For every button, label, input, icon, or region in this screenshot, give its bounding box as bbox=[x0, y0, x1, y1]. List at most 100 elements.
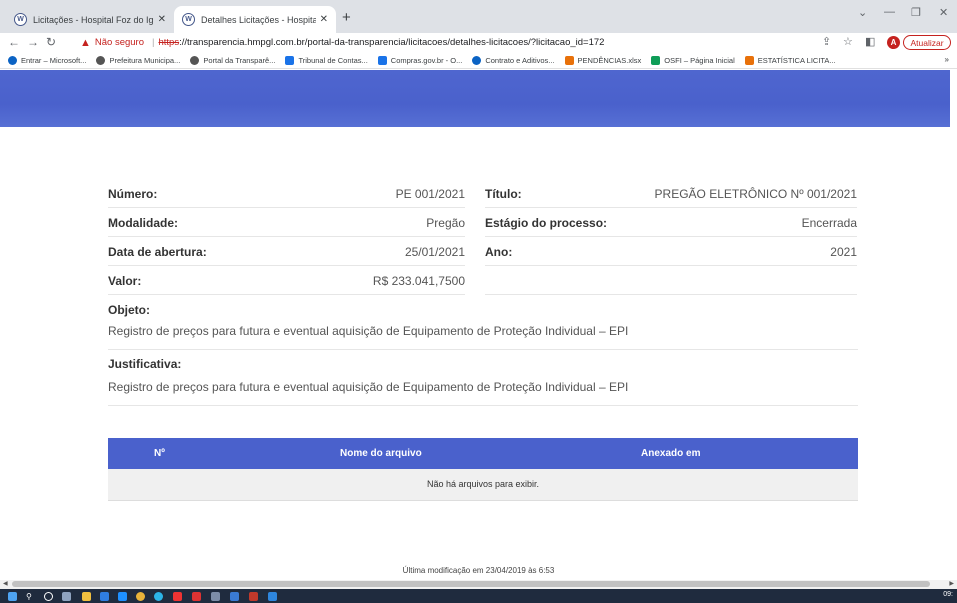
office-icon[interactable] bbox=[173, 592, 182, 601]
bookmark-label: Portal da Transparê... bbox=[203, 55, 276, 65]
side-panel-icon[interactable]: ◧ bbox=[865, 35, 875, 48]
modalidade-label: Modalidade: bbox=[108, 215, 179, 230]
bookmark-label: Entrar – Microsoft... bbox=[21, 55, 87, 65]
ano-label: Ano: bbox=[485, 244, 513, 259]
data-abertura-label: Data de abertura: bbox=[108, 244, 207, 259]
minimize-icon[interactable]: — bbox=[884, 6, 895, 18]
bookmark-item[interactable]: ESTATÍSTICA LICITA... bbox=[744, 55, 836, 65]
estagio-value: Encerrada bbox=[801, 215, 857, 230]
globe-icon bbox=[190, 55, 200, 65]
file-explorer-icon[interactable] bbox=[82, 592, 91, 601]
bookmark-item[interactable]: Compras.gov.br - O... bbox=[377, 55, 463, 65]
justificativa-label: Justificativa: bbox=[108, 357, 182, 371]
tab-title: Detalhes Licitações - Hospital Foz bbox=[201, 14, 316, 25]
browser-toolbar: ← → ↻ ▲ Não seguro | https ://transparen… bbox=[0, 33, 957, 52]
numero-row: Número: PE 001/2021 bbox=[108, 180, 465, 208]
spreadsheet-icon bbox=[564, 55, 574, 65]
edge-icon[interactable] bbox=[118, 592, 127, 601]
cloud-icon bbox=[8, 55, 17, 65]
site-favicon-icon: W bbox=[182, 13, 195, 26]
profile-avatar[interactable]: A bbox=[887, 36, 900, 49]
search-icon[interactable]: ⚲ bbox=[26, 592, 35, 601]
bookmark-label: Prefeitura Municipa... bbox=[109, 55, 181, 65]
bookmark-item[interactable]: Tribunal de Contas... bbox=[285, 55, 368, 65]
task-view-icon[interactable] bbox=[62, 592, 71, 601]
modalidade-row: Modalidade: Pregão bbox=[108, 209, 465, 237]
globe-icon bbox=[96, 55, 106, 65]
bookmark-label: Compras.gov.br - O... bbox=[390, 55, 463, 65]
windows-start-icon[interactable] bbox=[8, 592, 17, 601]
numero-label: Número: bbox=[108, 186, 158, 201]
column-header-numero: Nº bbox=[154, 448, 165, 459]
bookmark-item[interactable]: OSFI – Página Inicial bbox=[651, 55, 735, 65]
bookmark-star-icon[interactable]: ☆ bbox=[843, 35, 853, 48]
app-icon[interactable] bbox=[211, 592, 220, 601]
app-icon[interactable] bbox=[249, 592, 258, 601]
pdf-reader-icon[interactable] bbox=[192, 592, 201, 601]
ano-row: Ano: 2021 bbox=[485, 238, 857, 266]
bookmark-label: Tribunal de Contas... bbox=[298, 55, 368, 65]
cloud-icon bbox=[472, 55, 482, 65]
url-scheme: https bbox=[158, 37, 180, 48]
spreadsheet-icon bbox=[744, 55, 754, 65]
site-favicon-icon: W bbox=[14, 13, 27, 26]
update-button[interactable]: Atualizar bbox=[903, 35, 951, 50]
data-abertura-value: 25/01/2021 bbox=[404, 244, 465, 259]
estagio-row: Estágio do processo: Encerrada bbox=[485, 209, 857, 237]
numero-value: PE 001/2021 bbox=[395, 186, 465, 201]
warning-triangle-icon: ▲ bbox=[80, 36, 91, 49]
scroll-right-arrow-icon[interactable]: ▶ bbox=[949, 580, 954, 587]
bookmark-label: ESTATÍSTICA LICITA... bbox=[757, 55, 836, 65]
restore-window-icon[interactable]: ❐ bbox=[911, 6, 921, 19]
windows-taskbar: ⚲ 09: bbox=[0, 589, 957, 603]
app-icon[interactable] bbox=[268, 592, 277, 601]
bookmark-item[interactable]: Entrar – Microsoft... bbox=[8, 55, 87, 65]
address-separator: | bbox=[152, 37, 155, 48]
address-bar[interactable]: ▲ Não seguro | https ://transparencia.hm… bbox=[80, 34, 800, 51]
mail-icon[interactable] bbox=[100, 592, 109, 601]
browser-tab-detalhes[interactable]: W Detalhes Licitações - Hospital Foz ✕ bbox=[174, 6, 336, 33]
justificativa-value: Registro de preços para futura e eventua… bbox=[108, 380, 858, 406]
files-table-header: Nº Nome do arquivo Anexado em bbox=[108, 438, 858, 469]
tab-title: Licitações - Hospital Foz do Iguaçu bbox=[33, 14, 154, 25]
titulo-row: Título: PREGÃO ELETRÔNICO Nº 001/2021 bbox=[485, 180, 857, 208]
close-window-icon[interactable]: ✕ bbox=[939, 6, 948, 19]
titulo-label: Título: bbox=[485, 186, 522, 201]
objeto-label: Objeto: bbox=[108, 303, 150, 317]
cortana-icon[interactable] bbox=[44, 592, 53, 601]
close-tab-icon[interactable]: ✕ bbox=[320, 14, 328, 25]
valor-value: R$ 233.041,7500 bbox=[372, 273, 465, 288]
column-header-nome-arquivo: Nome do arquivo bbox=[340, 448, 422, 459]
valor-label: Valor: bbox=[108, 273, 142, 288]
browser-tab-strip: W Licitações - Hospital Foz do Iguaçu ✕ … bbox=[0, 0, 957, 33]
last-modified-text: Última modificação em 23/04/2019 às 6:53 bbox=[402, 566, 555, 575]
horizontal-scrollbar[interactable]: ◀ ▶ bbox=[0, 580, 957, 589]
chrome-icon[interactable] bbox=[136, 592, 145, 601]
app-icon[interactable] bbox=[230, 592, 239, 601]
bookmark-label: OSFI – Página Inicial bbox=[664, 55, 735, 65]
sharepoint-icon bbox=[651, 55, 661, 65]
bookmark-item[interactable]: Contrato e Aditivos... bbox=[472, 55, 555, 65]
browser-tab-licitacoes[interactable]: W Licitações - Hospital Foz do Iguaçu ✕ bbox=[6, 6, 174, 33]
new-tab-button[interactable]: + bbox=[342, 9, 351, 26]
page-header-banner bbox=[0, 70, 950, 127]
more-bookmarks-icon[interactable]: » bbox=[945, 55, 949, 64]
forward-arrow-icon[interactable]: → bbox=[27, 35, 39, 49]
files-table-empty-row: Não há arquivos para exibir. bbox=[108, 469, 858, 501]
tab-search-chevron-icon[interactable]: ⌄ bbox=[858, 6, 867, 19]
titulo-value: PREGÃO ELETRÔNICO Nº 001/2021 bbox=[654, 186, 857, 201]
scrollbar-thumb[interactable] bbox=[12, 581, 930, 587]
scroll-left-arrow-icon[interactable]: ◀ bbox=[3, 580, 8, 587]
empty-row bbox=[485, 267, 857, 295]
app-icon[interactable] bbox=[154, 592, 163, 601]
close-tab-icon[interactable]: ✕ bbox=[158, 14, 166, 25]
reload-icon[interactable]: ↻ bbox=[46, 35, 56, 49]
bookmark-item[interactable]: PENDÊNCIAS.xlsx bbox=[564, 55, 641, 65]
back-arrow-icon[interactable]: ← bbox=[8, 35, 20, 49]
compras-icon bbox=[377, 55, 387, 65]
bookmark-item[interactable]: Portal da Transparê... bbox=[190, 55, 276, 65]
data-abertura-row: Data de abertura: 25/01/2021 bbox=[108, 238, 465, 266]
bookmark-item[interactable]: Prefeitura Municipa... bbox=[96, 55, 181, 65]
url-path: ://transparencia.hmpgl.com.br/portal-da-… bbox=[179, 37, 605, 48]
share-icon[interactable]: ⇪ bbox=[822, 35, 831, 48]
